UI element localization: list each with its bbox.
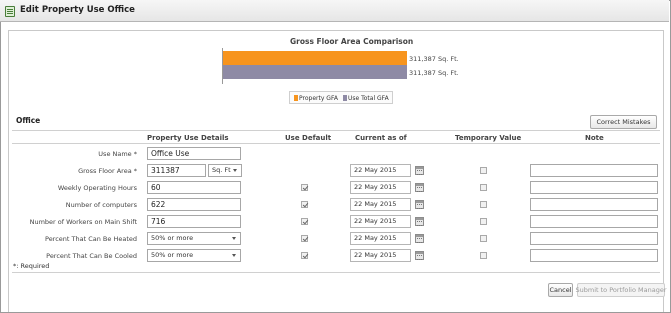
chevron-down-icon (233, 169, 237, 172)
section-divider (12, 130, 660, 131)
note-field[interactable] (530, 232, 658, 245)
field-number-of-workers-on-main-shift[interactable]: 716 (147, 215, 241, 228)
legend-swatch-use-total-gfa (343, 95, 347, 101)
calendar-icon[interactable] (415, 217, 424, 226)
use-default-checkbox[interactable] (301, 252, 308, 259)
temporary-value-checkbox[interactable] (480, 252, 487, 259)
legend-swatch-property-gfa (294, 95, 298, 101)
select-percent-that-can-be-cooled[interactable]: 50% or more (147, 249, 241, 262)
column-header-details: Property Use Details (147, 134, 229, 142)
select-value: 50% or more (151, 234, 194, 242)
unit-value: Sq. Ft (212, 166, 231, 174)
chart-legend: Property GFA Use Total GFA (289, 91, 393, 104)
date-field[interactable]: 22 May 2015 (350, 181, 411, 194)
row-label-use-name: Use Name * (98, 150, 137, 158)
note-field[interactable] (530, 249, 658, 262)
required-note: *: Required (13, 262, 50, 270)
section-title: Office (16, 116, 41, 125)
calendar-icon[interactable] (415, 200, 424, 209)
calendar-icon[interactable] (415, 166, 424, 175)
calendar-icon[interactable] (415, 251, 424, 260)
row-label-number-of-workers-on-main-shift: Number of Workers on Main Shift (29, 218, 137, 226)
note-field[interactable] (530, 215, 658, 228)
bar-property-gfa (222, 51, 407, 65)
bar-use-total-gfa (222, 65, 407, 79)
cancel-button[interactable]: Cancel (548, 283, 573, 297)
chevron-down-icon (232, 237, 236, 240)
select-percent-that-can-be-heated[interactable]: 50% or more (147, 232, 241, 245)
use-default-checkbox[interactable] (301, 235, 308, 242)
legend-label: Property GFA (299, 95, 338, 102)
date-field[interactable]: 22 May 2015 (350, 215, 411, 228)
form-icon (5, 6, 15, 17)
row-label-percent-that-can-be-heated: Percent That Can Be Heated (45, 235, 137, 243)
select-value: 50% or more (151, 251, 194, 259)
column-header-note: Note (585, 134, 604, 142)
row-label-gross-floor-area: Gross Floor Area * (78, 167, 137, 175)
unit-select[interactable]: Sq. Ft (208, 164, 242, 177)
chart-title: Gross Floor Area Comparison (290, 37, 414, 46)
bar-value-label-property-gfa: 311,387 Sq. Ft. (409, 55, 459, 63)
title-bar: Edit Property Use Office (0, 0, 669, 22)
column-header-current-as-of: Current as of (355, 134, 407, 142)
date-field[interactable]: 22 May 2015 (350, 232, 411, 245)
use-default-checkbox[interactable] (301, 184, 308, 191)
bar-value-label-use-total-gfa: 311,387 Sq. Ft. (409, 69, 459, 77)
row-label-weekly-operating-hours: Weekly Operating Hours (57, 184, 137, 192)
header-divider (12, 143, 660, 144)
row-label-percent-that-can-be-cooled: Percent That Can Be Cooled (46, 252, 137, 260)
dialog-title: Edit Property Use Office (20, 5, 135, 15)
field-weekly-operating-hours[interactable]: 60 (147, 181, 241, 194)
date-field[interactable]: 22 May 2015 (350, 164, 411, 177)
legend-label: Use Total GFA (348, 95, 389, 102)
note-field[interactable] (530, 164, 658, 177)
calendar-icon[interactable] (415, 183, 424, 192)
column-header-use-default: Use Default (285, 134, 332, 142)
field-use-name[interactable]: Office Use (147, 147, 241, 160)
correct-mistakes-button[interactable]: Correct Mistakes (590, 115, 657, 129)
note-field[interactable] (530, 198, 658, 211)
row-label-number-of-computers: Number of computers (65, 201, 137, 209)
field-gross-floor-area[interactable]: 311387 (147, 164, 206, 177)
temporary-value-checkbox[interactable] (480, 201, 487, 208)
temporary-value-checkbox[interactable] (480, 184, 487, 191)
temporary-value-checkbox[interactable] (480, 167, 487, 174)
use-default-checkbox[interactable] (301, 218, 308, 225)
column-header-temporary: Temporary Value (455, 134, 522, 142)
field-number-of-computers[interactable]: 622 (147, 198, 241, 211)
use-default-checkbox[interactable] (301, 201, 308, 208)
note-field[interactable] (530, 181, 658, 194)
legend-item-use-total-gfa: Use Total GFA (343, 95, 389, 102)
footer-divider (12, 272, 660, 273)
submit-button[interactable]: Submit to Portfolio Manager (576, 283, 667, 297)
temporary-value-checkbox[interactable] (480, 235, 487, 242)
legend-item-property-gfa: Property GFA (294, 95, 338, 102)
date-field[interactable]: 22 May 2015 (350, 198, 411, 211)
date-field[interactable]: 22 May 2015 (350, 249, 411, 262)
calendar-icon[interactable] (415, 234, 424, 243)
chevron-down-icon (232, 254, 236, 257)
temporary-value-checkbox[interactable] (480, 218, 487, 225)
